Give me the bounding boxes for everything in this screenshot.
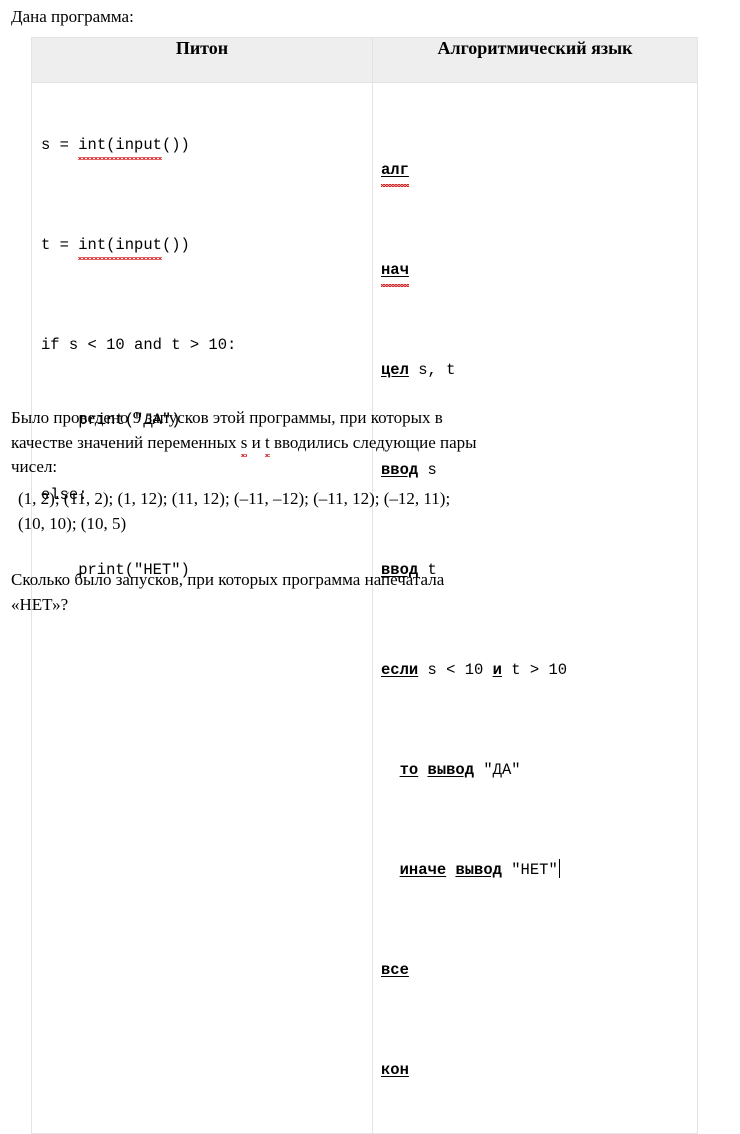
pairs-line-1: (1, 2); (11, 2); (1, 12); (11, 12); (–11…: [18, 489, 451, 508]
intro-text: Дана программа:: [11, 7, 134, 26]
algo-keyword-nach: нач: [381, 261, 409, 279]
header-cell-algolang: Алгоритмический язык: [372, 37, 698, 83]
pairs-line-2: (10, 10); (10, 5): [18, 513, 127, 533]
algo-keyword-vse: все: [381, 961, 409, 979]
paragraph-runs-line-1: Было проведено 9 запусков этой программы…: [11, 408, 443, 427]
python-code-line-1: s = int(input()): [41, 133, 372, 160]
question-line-1: Сколько было запусков, при которых прогр…: [11, 570, 445, 589]
python-code-line-2: t = int(input()): [41, 233, 372, 260]
paragraph-runs-line-3: чисел:: [11, 457, 58, 476]
algo-inache-value: "НЕТ": [501, 861, 558, 879]
algo-keyword-kon: кон: [381, 1061, 409, 1079]
runs-var-t: t: [265, 431, 270, 457]
py-l2-suffix: ()): [161, 236, 190, 254]
algo-esli-left: s < 10: [418, 661, 493, 679]
algo-code-line-10: кон: [381, 1058, 697, 1083]
py-l1-spellcheck: int(input: [78, 133, 162, 160]
algo-keyword-inache: иначе: [399, 861, 447, 879]
algo-keyword-cel: цел: [381, 361, 409, 379]
algo-code-line-9: все: [381, 958, 697, 983]
header-cell-python: Питон: [31, 37, 373, 83]
paragraph-question: Сколько было запусков, при которых прогр…: [11, 568, 444, 617]
runs-line2-conj: и: [247, 432, 265, 452]
algo-code-line-3: цел s, t: [381, 358, 697, 383]
algo-code-line-6: если s < 10 и t > 10: [381, 658, 697, 683]
algo-keyword-esli: если: [381, 661, 419, 679]
algo-code-line-7: то вывод "ДА": [381, 758, 697, 783]
algo-spellcheck-nach: нач: [381, 258, 409, 287]
algo-code-line-8: иначе вывод "НЕТ": [381, 858, 697, 883]
algo-esli-right: t > 10: [501, 661, 568, 679]
algo-cel-args: s, t: [408, 361, 456, 379]
runs-line2-suffix: вводились следующие пары: [269, 432, 477, 452]
python-code-block: s = int(input()) t = int(input()) if s <…: [32, 83, 372, 633]
algo-keyword-to: то: [399, 761, 419, 779]
document-page: Дана программа: Питон Алгоритмический яз…: [0, 0, 740, 1134]
paragraph-runs: Было проведено 9 запусков этой программы…: [11, 406, 477, 480]
header-label-python: Питон: [175, 38, 229, 58]
algo-keyword-vyvod-2: вывод: [455, 861, 502, 879]
table-header-row: Питон Алгоритмический язык: [31, 37, 698, 83]
py-l2-spellcheck: int(input: [78, 233, 162, 260]
header-label-algolang: Алгоритмический язык: [437, 38, 633, 58]
text-cursor: [558, 859, 560, 878]
py-l2-prefix: t =: [41, 236, 79, 254]
algo-keyword-alg: алг: [381, 161, 409, 179]
algo-code-line-2: нач: [381, 258, 697, 287]
question-line-2: «НЕТ»?: [11, 594, 69, 614]
algo-keyword-vyvod-1: вывод: [427, 761, 475, 779]
algo-to-value: "ДА": [474, 761, 521, 779]
paragraph-runs-line-2: качестве значений переменных s и t вводи…: [11, 431, 477, 457]
algo-keyword-i: и: [492, 661, 502, 679]
runs-var-s: s: [240, 431, 247, 457]
algo-code-line-1: алг: [381, 158, 697, 187]
runs-line2-prefix: качестве значений переменных: [11, 432, 241, 452]
algo-spellcheck-alg: алг: [381, 158, 409, 187]
paragraph-pairs: (1, 2); (11, 2); (1, 12); (11, 12); (–11…: [11, 487, 450, 536]
py-l1-suffix: ()): [161, 136, 190, 154]
python-code-line-3: if s < 10 and t > 10:: [41, 336, 237, 354]
py-l1-prefix: s =: [41, 136, 79, 154]
